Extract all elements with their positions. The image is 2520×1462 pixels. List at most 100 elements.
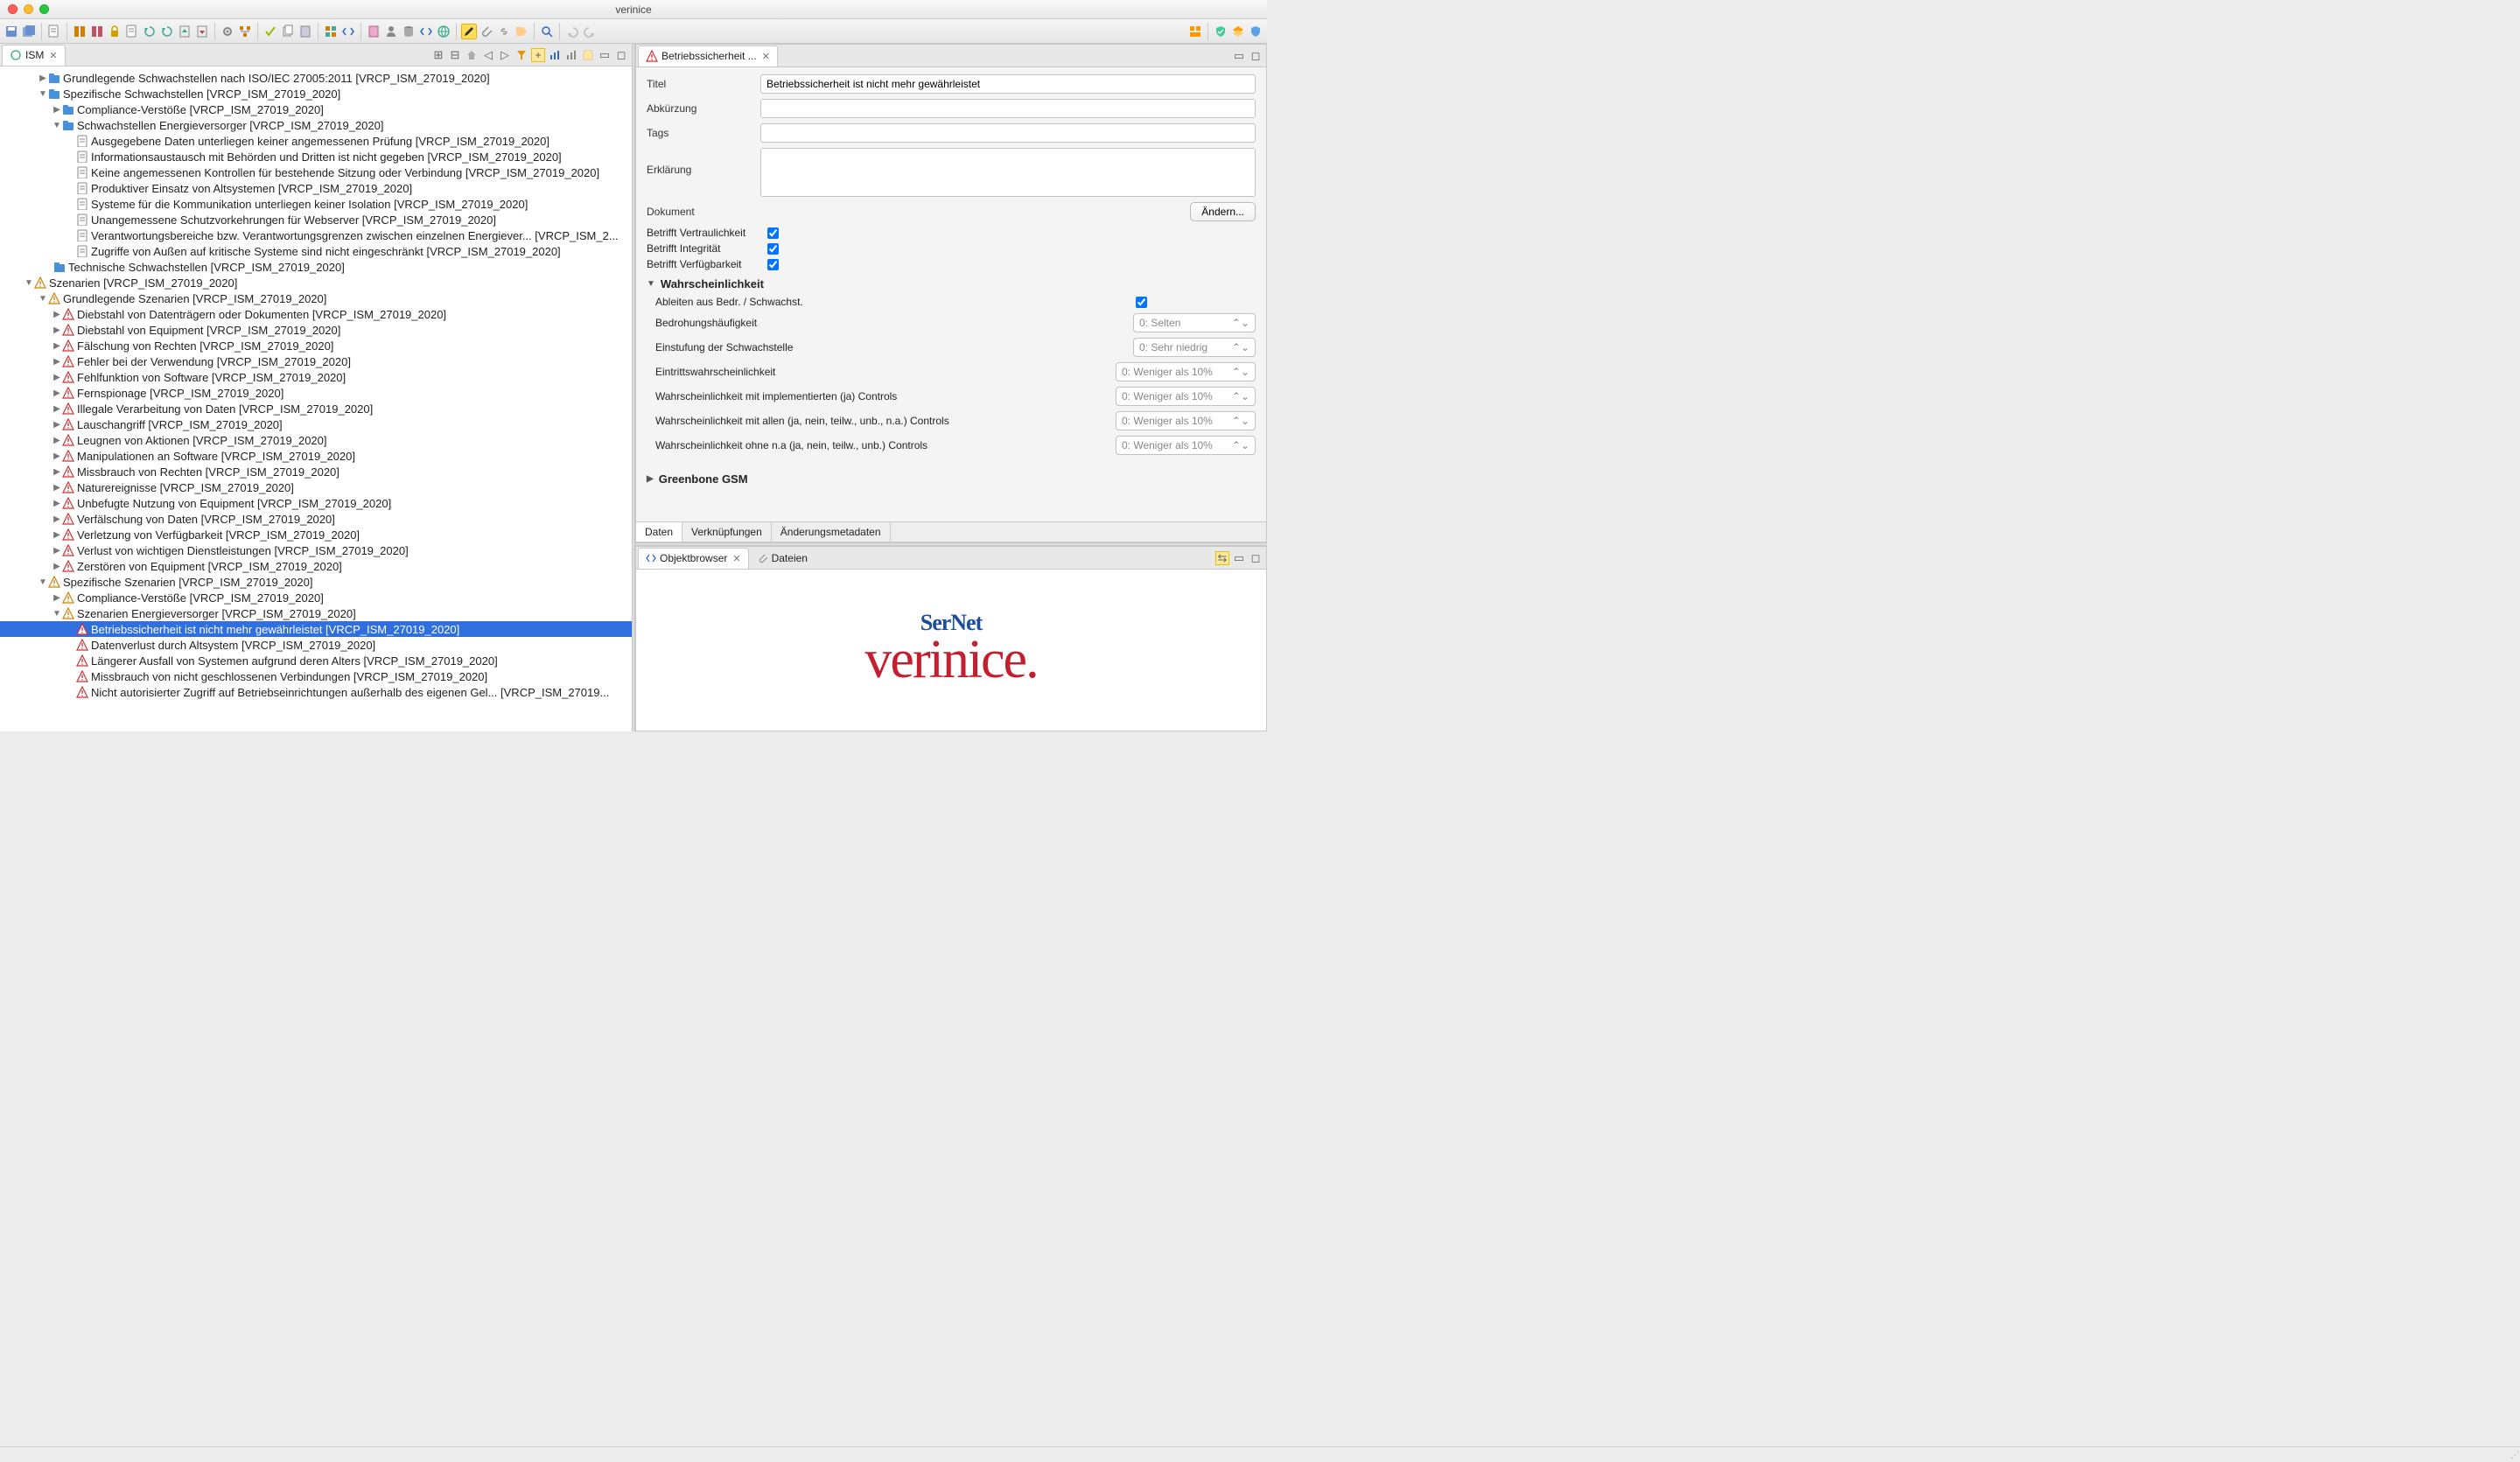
tree-node[interactable]: ▶Zerstören von Equipment [VRCP_ISM_27019… (0, 558, 632, 574)
home-icon[interactable] (465, 48, 479, 62)
tree-node[interactable]: ▶Compliance-Verstöße [VRCP_ISM_27019_202… (0, 590, 632, 605)
r2-select[interactable]: 0: Sehr niedrig⌃⌄ (1133, 338, 1256, 357)
doc-icon[interactable] (46, 24, 62, 39)
refresh-icon[interactable] (142, 24, 158, 39)
close-icon[interactable]: ✕ (762, 51, 770, 62)
tags-input[interactable] (760, 123, 1256, 143)
link-icon[interactable] (496, 24, 512, 39)
minimize-view-icon[interactable]: ▭ (598, 48, 612, 62)
maximize-view-icon[interactable]: ◻ (1249, 551, 1263, 565)
bt-verknuepfungen[interactable]: Verknüpfungen (682, 522, 772, 542)
r5-select[interactable]: 0: Weniger als 10%⌃⌄ (1116, 411, 1256, 430)
tree-node[interactable]: Keine angemessenen Kontrollen für besteh… (0, 164, 632, 180)
save-all-icon[interactable] (21, 24, 37, 39)
maximize-view-icon[interactable]: ◻ (1249, 49, 1263, 63)
check-icon[interactable] (262, 24, 278, 39)
tree-node[interactable]: ▼Spezifische Schwachstellen [VRCP_ISM_27… (0, 86, 632, 101)
tree-node[interactable]: ▶Fehler bei der Verwendung [VRCP_ISM_270… (0, 353, 632, 369)
tree-node[interactable]: Ausgegebene Daten unterliegen keiner ang… (0, 133, 632, 149)
tree-node[interactable]: Unangemessene Schutzvorkehrungen für Web… (0, 212, 632, 227)
tree-node[interactable]: ▼Szenarien [VRCP_ISM_27019_2020] (0, 275, 632, 290)
persp-shield2-icon[interactable] (1248, 24, 1264, 39)
tree-node[interactable]: ▼Szenarien Energieversorger [VRCP_ISM_27… (0, 605, 632, 621)
book-icon[interactable] (366, 24, 382, 39)
code-icon[interactable] (340, 24, 356, 39)
redo-icon[interactable] (582, 24, 598, 39)
tags-icon[interactable] (514, 24, 529, 39)
tree-node[interactable]: ▶Lauschangriff [VRCP_ISM_27019_2020] (0, 416, 632, 432)
note-icon[interactable] (581, 48, 595, 62)
section-wahrscheinlichkeit[interactable]: ▼ Wahrscheinlichkeit (647, 277, 1256, 290)
tab-ism[interactable]: ISM ✕ (2, 45, 66, 66)
tree-node[interactable]: ▶Naturereignisse [VRCP_ISM_27019_2020] (0, 479, 632, 495)
tree-node[interactable]: ▼Grundlegende Szenarien [VRCP_ISM_27019_… (0, 290, 632, 306)
perspective-icon[interactable] (1187, 24, 1203, 39)
chart-icon[interactable] (548, 48, 562, 62)
tree-node-selected[interactable]: Betriebssicherheit ist nicht mehr gewähr… (0, 621, 632, 637)
tree-node[interactable]: Systeme für die Kommunikation unterliege… (0, 196, 632, 212)
tree-node[interactable]: ▶Leugnen von Aktionen [VRCP_ISM_27019_20… (0, 432, 632, 448)
c1-checkbox[interactable] (767, 227, 779, 239)
tree-node[interactable]: ▶Unbefugte Nutzung von Equipment [VRCP_I… (0, 495, 632, 511)
c2-checkbox[interactable] (767, 243, 779, 255)
search-icon[interactable] (539, 24, 555, 39)
tab-objektbrowser[interactable]: Objektbrowser ✕ (638, 548, 749, 569)
undo-icon[interactable] (564, 24, 580, 39)
tree-node[interactable]: ▶Fälschung von Rechten [VRCP_ISM_27019_2… (0, 338, 632, 353)
grid-icon[interactable] (323, 24, 339, 39)
titel-input[interactable] (760, 74, 1256, 94)
tree-node[interactable]: ▶Fehlfunktion von Software [VRCP_ISM_270… (0, 369, 632, 385)
import-icon[interactable] (177, 24, 192, 39)
globe-icon[interactable] (436, 24, 452, 39)
tree-node[interactable]: ▶Verletzung von Verfügbarkeit [VRCP_ISM_… (0, 527, 632, 542)
tree-view[interactable]: ▶Grundlegende Schwachstellen nach ISO/IE… (0, 66, 632, 731)
persp-shield-icon[interactable] (1213, 24, 1228, 39)
tree-node[interactable]: Zugriffe von Außen auf kritische Systeme… (0, 243, 632, 259)
abl-checkbox[interactable] (1136, 297, 1147, 308)
tree-node[interactable]: Technische Schwachstellen [VRCP_ISM_2701… (0, 259, 632, 275)
dok-change-button[interactable]: Ändern... (1190, 202, 1256, 221)
filter-icon[interactable] (514, 48, 528, 62)
tree-node[interactable]: ▶Verfälschung von Daten [VRCP_ISM_27019_… (0, 511, 632, 527)
tree-node[interactable]: Längerer Ausfall von Systemen aufgrund d… (0, 653, 632, 668)
link-sync-icon[interactable] (531, 48, 545, 62)
persp-stack-icon[interactable] (1230, 24, 1246, 39)
erkl-textarea[interactable] (760, 148, 1256, 197)
tree-node[interactable]: ▼Spezifische Szenarien [VRCP_ISM_27019_2… (0, 574, 632, 590)
tree-node[interactable]: Verantwortungsbereiche bzw. Verantwortun… (0, 227, 632, 243)
tab-dateien[interactable]: Dateien (751, 548, 815, 569)
gear-icon[interactable] (220, 24, 235, 39)
minimize-view-icon[interactable]: ▭ (1232, 49, 1246, 63)
tree-node[interactable]: Produktiver Einsatz von Altsystemen [VRC… (0, 180, 632, 196)
tree-node[interactable]: ▶Grundlegende Schwachstellen nach ISO/IE… (0, 70, 632, 86)
tab-editor[interactable]: Betriebssicherheit ... ✕ (638, 45, 778, 66)
tree-node[interactable]: Missbrauch von nicht geschlossenen Verbi… (0, 668, 632, 684)
expand-icon[interactable]: ⊞ (431, 48, 445, 62)
resize-grip-icon[interactable]: ⋰ (2510, 1451, 2517, 1460)
db-icon[interactable] (401, 24, 416, 39)
tree-node[interactable]: Datenverlust durch Altsystem [VRCP_ISM_2… (0, 637, 632, 653)
minimize-view-icon[interactable]: ▭ (1232, 551, 1246, 565)
r3-select[interactable]: 0: Weniger als 10%⌃⌄ (1116, 362, 1256, 381)
copy-icon[interactable] (280, 24, 296, 39)
tree-node[interactable]: ▶Diebstahl von Equipment [VRCP_ISM_27019… (0, 322, 632, 338)
report-icon[interactable] (124, 24, 140, 39)
bt-daten[interactable]: Daten (636, 522, 682, 542)
catalog2-icon[interactable] (89, 24, 105, 39)
tree-node[interactable]: ▶Manipulationen an Software [VRCP_ISM_27… (0, 448, 632, 464)
bt-aenderungsmetadaten[interactable]: Änderungsmetadaten (772, 522, 891, 542)
r6-select[interactable]: 0: Weniger als 10%⌃⌄ (1116, 436, 1256, 455)
tree-node[interactable]: ▶Illegale Verarbeitung von Daten [VRCP_I… (0, 401, 632, 416)
collapse-icon[interactable]: ⊟ (448, 48, 462, 62)
catalog-icon[interactable] (72, 24, 88, 39)
tree-node[interactable]: ▶Fernspionage [VRCP_ISM_27019_2020] (0, 385, 632, 401)
save-icon[interactable] (4, 24, 19, 39)
r1-select[interactable]: 0: Selten⌃⌄ (1133, 313, 1256, 332)
close-icon[interactable]: ✕ (49, 50, 57, 61)
export-icon[interactable] (194, 24, 210, 39)
tree-node[interactable]: ▶Compliance-Verstöße [VRCP_ISM_27019_202… (0, 101, 632, 117)
attach-icon[interactable] (479, 24, 494, 39)
edit-icon[interactable] (461, 24, 477, 39)
section-greenbone[interactable]: ▶ Greenbone GSM (647, 472, 1256, 486)
tree-node[interactable]: ▶Verlust von wichtigen Dienstleistungen … (0, 542, 632, 558)
